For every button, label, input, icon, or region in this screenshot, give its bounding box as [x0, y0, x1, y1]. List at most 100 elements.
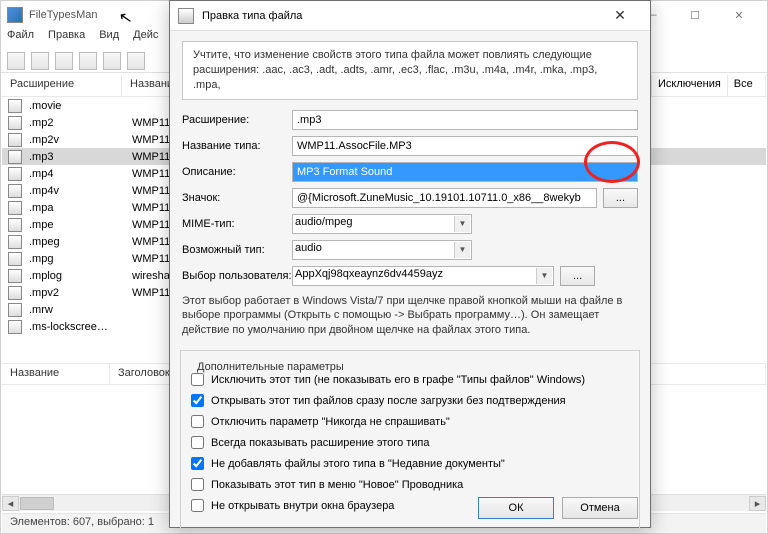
- checkbox-2[interactable]: [191, 415, 204, 428]
- perceived-select[interactable]: audio ▼: [292, 240, 472, 260]
- label-perceived: Возможный тип:: [182, 244, 292, 256]
- file-icon: [8, 184, 22, 198]
- checkbox-label: Открывать этот тип файлов сразу после за…: [211, 395, 566, 407]
- ext-cell: .mp4v: [28, 185, 132, 197]
- toolbar-save-icon[interactable]: [7, 52, 25, 70]
- file-icon: [8, 99, 22, 113]
- chevron-down-icon: ▼: [454, 242, 470, 258]
- toolbar-copy-icon[interactable]: [31, 52, 49, 70]
- col-name[interactable]: Название: [2, 364, 110, 384]
- description-field[interactable]: [292, 162, 638, 182]
- checkbox-4[interactable]: [191, 457, 204, 470]
- menu-file[interactable]: Файл: [7, 29, 34, 49]
- ext-cell: .ms-lockscree…: [28, 321, 132, 333]
- chevron-down-icon: ▼: [454, 216, 470, 232]
- file-icon: [8, 133, 22, 147]
- checkbox-label: Не добавлять файлы этого типа в "Недавни…: [211, 458, 505, 470]
- scroll-thumb[interactable]: [20, 497, 54, 510]
- ext-cell: .mpe: [28, 219, 132, 231]
- file-icon: [8, 286, 22, 300]
- close-button[interactable]: ✕: [717, 1, 761, 29]
- col-exclusions[interactable]: Исключения: [651, 75, 727, 96]
- checkbox-label: Отключить параметр "Никогда не спрашиват…: [211, 416, 450, 428]
- app-icon: [7, 7, 23, 23]
- help-text: Этот выбор работает в Windows Vista/7 пр…: [182, 294, 638, 339]
- ext-cell: .mp4: [28, 168, 132, 180]
- ext-cell: .mp2v: [28, 134, 132, 146]
- mime-select[interactable]: audio/mpeg ▼: [292, 214, 472, 234]
- browse-userchoice-button[interactable]: ...: [560, 266, 595, 286]
- checkbox-6[interactable]: [191, 499, 204, 512]
- dialog-close-button[interactable]: ✕: [598, 2, 642, 30]
- file-icon: [8, 303, 22, 317]
- menu-actions[interactable]: Дейс: [133, 29, 158, 49]
- userchoice-select[interactable]: AppXqj98qxeaynz6dv4459ayz ▼: [292, 266, 554, 286]
- toolbar-props-icon[interactable]: [55, 52, 73, 70]
- label-typename: Название типа:: [182, 140, 292, 152]
- checkbox-row[interactable]: Открывать этот тип файлов сразу после за…: [191, 394, 629, 407]
- scroll-left-icon[interactable]: ◂: [2, 496, 19, 511]
- file-icon: [8, 269, 22, 283]
- ext-cell: .mp3: [28, 151, 132, 163]
- label-description: Описание:: [182, 166, 292, 178]
- cursor-icon: ↖: [117, 7, 134, 29]
- label-icon: Значок:: [182, 192, 292, 204]
- maximize-button[interactable]: ☐: [673, 1, 717, 29]
- toolbar-refresh-icon[interactable]: [103, 52, 121, 70]
- ext-cell: .mpg: [28, 253, 132, 265]
- scroll-right-icon[interactable]: ▸: [749, 496, 766, 511]
- dialog-titlebar: Правка типа файла ✕: [170, 1, 650, 31]
- fieldset-legend: Дополнительные параметры: [193, 361, 348, 373]
- ext-cell: .mpeg: [28, 236, 132, 248]
- checkbox-label: Исключить этот тип (не показывать его в …: [211, 374, 585, 386]
- checkbox-row[interactable]: Исключить этот тип (не показывать его в …: [191, 373, 629, 386]
- dialog-icon: [178, 8, 194, 24]
- extension-field[interactable]: [292, 110, 638, 130]
- checkbox-label: Показывать этот тип в меню "Новое" Прово…: [211, 479, 463, 491]
- icon-path-field[interactable]: [292, 188, 597, 208]
- toolbar-options-icon[interactable]: [127, 52, 145, 70]
- chevron-down-icon: ▼: [536, 268, 552, 284]
- checkbox-label: Не открывать внутри окна браузера: [211, 500, 394, 512]
- menu-edit[interactable]: Правка: [48, 29, 85, 49]
- checkbox-0[interactable]: [191, 373, 204, 386]
- ext-cell: .mp2: [28, 117, 132, 129]
- notice-text: Учтите, что изменение свойств этого типа…: [182, 41, 638, 100]
- checkbox-row[interactable]: Всегда показывать расширение этого типа: [191, 436, 629, 449]
- menu-view[interactable]: Вид: [99, 29, 119, 49]
- ext-cell: .movie: [28, 100, 132, 112]
- perceived-value: audio: [295, 242, 322, 254]
- label-extension: Расширение:: [182, 114, 292, 126]
- col-all[interactable]: Все: [727, 75, 759, 96]
- typename-field[interactable]: [292, 136, 638, 156]
- file-icon: [8, 252, 22, 266]
- file-icon: [8, 320, 22, 334]
- file-icon: [8, 235, 22, 249]
- ext-cell: .mplog: [28, 270, 132, 282]
- app-title: FileTypesMan: [29, 9, 97, 21]
- checkbox-3[interactable]: [191, 436, 204, 449]
- ext-cell: .mpv2: [28, 287, 132, 299]
- ok-button[interactable]: ОК: [478, 497, 554, 519]
- cancel-button[interactable]: Отмена: [562, 497, 638, 519]
- userchoice-value: AppXqj98qxeaynz6dv4459ayz: [295, 268, 443, 280]
- mime-value: audio/mpeg: [295, 216, 353, 228]
- checkbox-5[interactable]: [191, 478, 204, 491]
- label-mime: MIME-тип:: [182, 218, 292, 230]
- ext-cell: .mpa: [28, 202, 132, 214]
- checkbox-row[interactable]: Отключить параметр "Никогда не спрашиват…: [191, 415, 629, 428]
- col-extension[interactable]: Расширение: [2, 75, 122, 96]
- edit-filetype-dialog: Правка типа файла ✕ Учтите, что изменени…: [169, 0, 651, 528]
- ext-cell: .mrw: [28, 304, 132, 316]
- browse-icon-button[interactable]: ...: [603, 188, 638, 208]
- checkbox-row[interactable]: Показывать этот тип в меню "Новое" Прово…: [191, 478, 629, 491]
- checkbox-row[interactable]: Не добавлять файлы этого типа в "Недавни…: [191, 457, 629, 470]
- status-text: Элементов: 607, выбрано: 1: [10, 516, 154, 528]
- file-icon: [8, 201, 22, 215]
- file-icon: [8, 116, 22, 130]
- checkbox-1[interactable]: [191, 394, 204, 407]
- right-columns: Исключения Все: [651, 75, 766, 97]
- file-icon: [8, 150, 22, 164]
- dialog-title: Правка типа файла: [202, 10, 302, 22]
- toolbar-find-icon[interactable]: [79, 52, 97, 70]
